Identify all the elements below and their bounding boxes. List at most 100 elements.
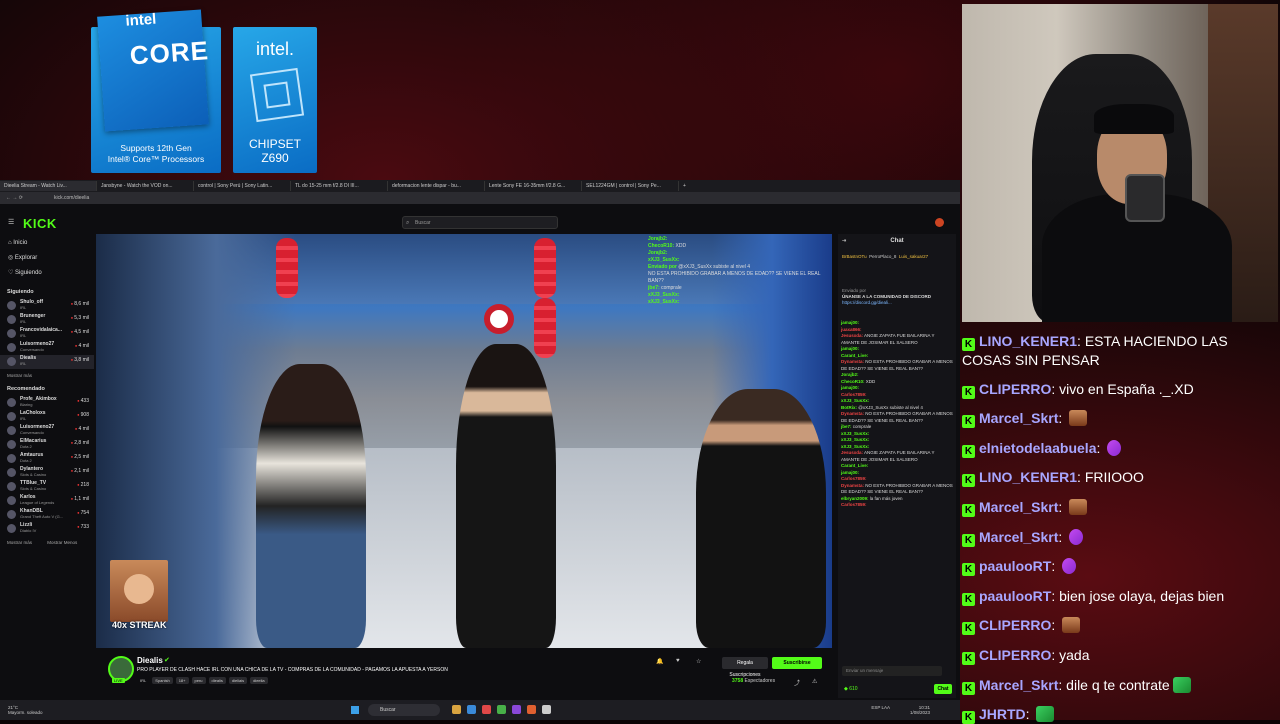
kick-logo[interactable]: KICK xyxy=(23,216,57,231)
browser-tab[interactable]: TL do 15-25 mm f/2.8 DI III... xyxy=(291,181,388,191)
discord-link[interactable]: https://discord.gg/dieali... xyxy=(842,300,952,306)
kick-chat-panel: ⇥ Chat BrBastnOTu PerroPlaco_8 Luis_saku… xyxy=(838,234,956,698)
overlay-chat-line: jbe7: comprale xyxy=(648,285,682,291)
chat-messages: jamaj00: juaxa866: Jesusxda: ANGIE ZAPAT… xyxy=(838,320,956,509)
following-item[interactable]: Francovidalaica...IRL4,5 mil xyxy=(0,327,94,341)
chrome-icon[interactable] xyxy=(482,705,491,714)
following-item[interactable]: DiealisIRL3,8 mil xyxy=(0,355,94,369)
menu-icon[interactable]: ☰ xyxy=(8,218,14,226)
intel-core-sub1: Supports 12th Gen xyxy=(120,143,192,153)
recommended-item[interactable]: LizzliDiablo IV733 xyxy=(0,522,94,536)
intel-core-card: intel CORE xyxy=(97,9,210,132)
kick-badge-icon: K xyxy=(962,681,975,695)
overlay-chat-line: Enviado por @xXJ3_SusXx subiste al nivel… xyxy=(648,264,751,270)
browser-tab[interactable]: SEL1224GM | control | Sony Pe... xyxy=(582,181,679,191)
webcam-feed xyxy=(962,4,1278,322)
following-item[interactable]: Shulo_offIRL8,6 mil xyxy=(0,299,94,313)
tag[interactable]: dieliais xyxy=(228,677,248,684)
chat-message: K LINO_KENER1: ESTA HACIENDO LAS COSAS SI… xyxy=(962,333,1228,368)
emote-face-icon xyxy=(124,574,154,604)
chat-text: dile q te contrate xyxy=(1066,676,1170,693)
app-icon[interactable] xyxy=(497,705,506,714)
avatar xyxy=(7,343,16,352)
recommended-item[interactable]: Luisormeno27Conversando4 mil xyxy=(0,424,94,438)
following-item[interactable]: BrunengerIRL5,3 mil xyxy=(0,313,94,327)
browser-tab[interactable]: Dieelia Stream - Watch Liv... xyxy=(0,181,97,191)
recommended-item[interactable]: Profe_AkimboxBlaring433 xyxy=(0,396,94,410)
chat-send-button[interactable]: Chat xyxy=(934,684,952,694)
bell-icon[interactable]: 🔔 xyxy=(656,658,663,665)
following-item[interactable]: Luisormeno27Conversando4 mil xyxy=(0,341,94,355)
avatar xyxy=(7,301,16,310)
app-icon[interactable] xyxy=(467,705,476,714)
show-more-link[interactable]: Mostrar más xyxy=(7,373,94,378)
chat-message: K Marcel_Skrt: xyxy=(962,409,1278,429)
tag[interactable]: peru xyxy=(191,677,206,684)
intel-core-logo: intel xyxy=(124,10,157,30)
nav-buttons-icon[interactable]: ← → ⟳ xyxy=(6,195,42,201)
language-indicator[interactable]: ESP LAA xyxy=(871,705,890,710)
channel-name[interactable]: Diealis xyxy=(137,656,163,665)
chat-line: Jesusxda: ANGIE ZAPATA FUE BAILARINA Y A… xyxy=(841,450,935,462)
recommended-item[interactable]: AmtaurusDota 22,5 mil xyxy=(0,452,94,466)
user-avatar[interactable] xyxy=(935,218,944,227)
recommended-item[interactable]: DylanteroSlots & Casino2,1 mil xyxy=(0,466,94,480)
app-icon[interactable] xyxy=(512,705,521,714)
show-more-link-2[interactable]: Mostrar más xyxy=(7,540,32,545)
recommended-item[interactable]: KhanDBLGrand Theft Auto V (G...754 xyxy=(0,508,94,522)
report-icon[interactable]: ⚠ xyxy=(812,678,817,685)
avatar xyxy=(7,329,16,338)
show-more-less-row: Mostrar más Mostrar Menos xyxy=(7,540,94,545)
chat-line: Dynamsta: NO ESTA PROHIBIDO GRABAR A MEN… xyxy=(841,411,953,423)
chat-input[interactable]: Enviar un mensaje xyxy=(842,666,942,676)
avatar xyxy=(7,524,16,533)
kick-header: ☰ KICK ⌕ Buscar xyxy=(0,210,960,236)
url-field[interactable]: kick.com/dieelia xyxy=(54,195,89,201)
heart-icon[interactable]: ♥ xyxy=(676,658,680,664)
chat-line: Jesusxda: ANGIE ZAPATA FUE BAILARINA Y A… xyxy=(841,333,935,345)
recommended-item[interactable]: LaCholoxsIRL908 xyxy=(0,410,94,424)
avatar xyxy=(7,496,16,505)
taskbar-search[interactable]: Buscar xyxy=(368,704,440,716)
following-title: Siguiendo xyxy=(7,289,34,295)
recommended-item[interactable]: KarlosLeague of Legends1,1 mil xyxy=(0,494,94,508)
kick-badge-icon: K xyxy=(962,622,975,636)
subscribe-button[interactable]: Suscribirse xyxy=(772,657,822,669)
chipset-model: Z690 xyxy=(261,151,289,165)
weather-widget[interactable]: 21°C Mayorm. soleado xyxy=(8,705,43,715)
tag[interactable]: dieelia xyxy=(250,677,268,684)
nav-inicio[interactable]: ⌂ Inicio xyxy=(8,236,94,251)
avatar xyxy=(7,454,16,463)
search-input[interactable]: ⌕ Buscar xyxy=(402,216,558,229)
video-player[interactable]: Jorajb2: ChecoR10: XDD Jorajb2: xXJ3_Sus… xyxy=(96,234,832,648)
app-icon[interactable] xyxy=(542,705,551,714)
show-less-link[interactable]: Mostrar Menos xyxy=(47,540,77,545)
avatar xyxy=(7,315,16,324)
new-tab-icon[interactable]: + xyxy=(679,181,697,191)
chat-username: paaulooRT xyxy=(979,587,1052,604)
app-icon[interactable] xyxy=(527,705,536,714)
tag[interactable]: diealis xyxy=(208,677,226,684)
recommended-item[interactable]: TTBlue_TVSlots & Casino218 xyxy=(0,480,94,494)
top-gifters: BrBastnOTu PerroPlaco_8 Luis_sakuar27 xyxy=(842,254,929,259)
windows-start-icon[interactable] xyxy=(351,706,359,714)
browser-tab[interactable]: Jansbyne - Watch the VOD on... xyxy=(97,181,194,191)
overlay-chat-line: xXJ3_SusXx: xyxy=(648,257,680,263)
tag[interactable]: 18+ xyxy=(175,677,189,684)
nav-explorar[interactable]: ◎ Explorar xyxy=(8,251,94,266)
clock[interactable]: 10:31 1/08/2023 xyxy=(910,705,930,715)
tag[interactable]: Spanish xyxy=(152,677,173,684)
star-icon[interactable]: ☆ xyxy=(696,658,701,665)
nav-siguiendo[interactable]: ♡ Siguiendo xyxy=(8,266,94,281)
browser-tab[interactable]: Lente Sony FE 16-35mm f/2.8 G... xyxy=(485,181,582,191)
recommended-item[interactable]: ElMacariusDota 22,8 mil xyxy=(0,438,94,452)
avatar xyxy=(7,357,16,366)
browser-tab[interactable]: deformacion lente dispar - bu... xyxy=(388,181,485,191)
gift-subs-button[interactable]: Regala Suscripciones xyxy=(722,657,768,678)
collapse-chat-icon[interactable]: ⇥ xyxy=(842,234,846,248)
explorer-icon[interactable] xyxy=(452,705,461,714)
chat-username: Marcel_Skrt xyxy=(979,676,1059,693)
share-icon[interactable]: ⤴ xyxy=(794,678,800,687)
tag[interactable]: IRL xyxy=(137,677,149,684)
browser-tab[interactable]: control | Sony Perú | Sony Latin... xyxy=(194,181,291,191)
